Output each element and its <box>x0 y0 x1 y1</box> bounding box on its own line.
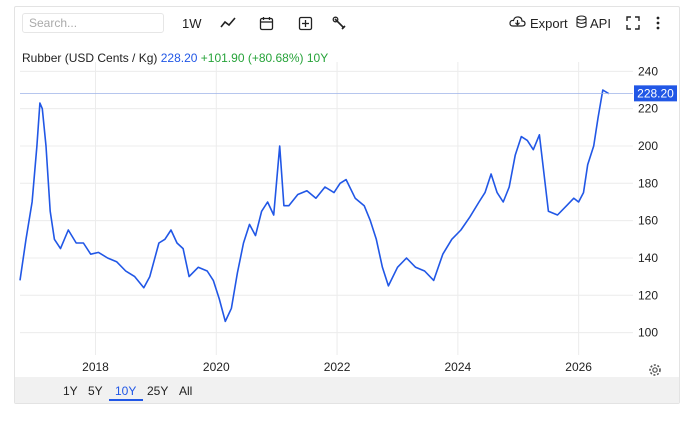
x-tick-label: 2020 <box>203 360 230 374</box>
y-tick-label: 200 <box>638 139 658 153</box>
x-tick-label: 2018 <box>82 360 109 374</box>
active-range-underline <box>109 399 143 401</box>
y-tick-label: 140 <box>638 251 658 265</box>
last-price-label: 228.20 <box>637 86 674 100</box>
y-tick-label: 240 <box>638 64 658 78</box>
range-button-10y[interactable]: 10Y <box>115 384 136 398</box>
y-tick-label: 100 <box>638 326 658 340</box>
range-button-5y[interactable]: 5Y <box>88 384 103 398</box>
x-tick-label: 2026 <box>565 360 592 374</box>
range-button-1y[interactable]: 1Y <box>63 384 78 398</box>
x-tick-label: 2022 <box>324 360 351 374</box>
price-series-line <box>19 89 610 323</box>
range-button-all[interactable]: All <box>179 384 192 398</box>
price-chart[interactable]: 100 120 140 160 180 200 220 240 2018 2020 2022 2024… <box>0 0 689 421</box>
y-tick-label: 180 <box>638 176 658 190</box>
y-tick-label: 120 <box>638 288 658 302</box>
x-tick-label: 2024 <box>445 360 472 374</box>
y-tick-label: 220 <box>638 102 658 116</box>
y-tick-label: 160 <box>638 214 658 228</box>
range-button-25y[interactable]: 25Y <box>147 384 168 398</box>
